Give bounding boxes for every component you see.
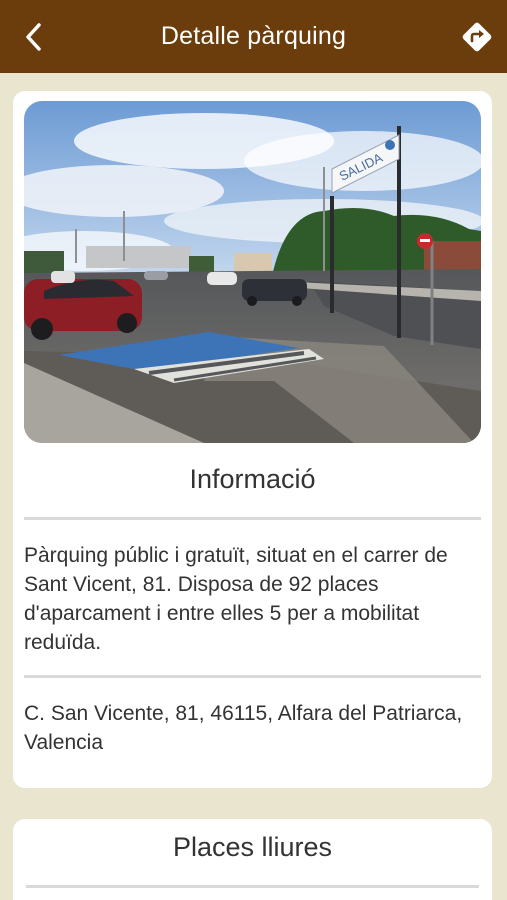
- parking-info-card: SALIDA Informació Pàrquing públic i grat…: [13, 91, 492, 788]
- free-places-card: Places lliures: [13, 819, 492, 900]
- free-places-divider: [26, 885, 479, 888]
- parking-address[interactable]: C. San Vicente, 81, 46115, Alfara del Pa…: [24, 699, 484, 757]
- parking-photo: SALIDA: [24, 101, 481, 443]
- address-divider: [24, 675, 481, 678]
- directions-icon: [462, 22, 492, 52]
- parking-description: Pàrquing públic i gratuït, situat en el …: [24, 544, 448, 654]
- info-heading: Informació: [189, 464, 316, 494]
- chevron-left-icon: [26, 23, 41, 51]
- directions-button[interactable]: [457, 17, 497, 57]
- info-divider: [24, 517, 481, 520]
- page-title: Detalle pàrquing: [160, 22, 347, 50]
- free-places-heading: Places lliures: [172, 832, 333, 862]
- back-button[interactable]: [14, 18, 54, 56]
- app-header: Detalle pàrquing: [0, 0, 507, 73]
